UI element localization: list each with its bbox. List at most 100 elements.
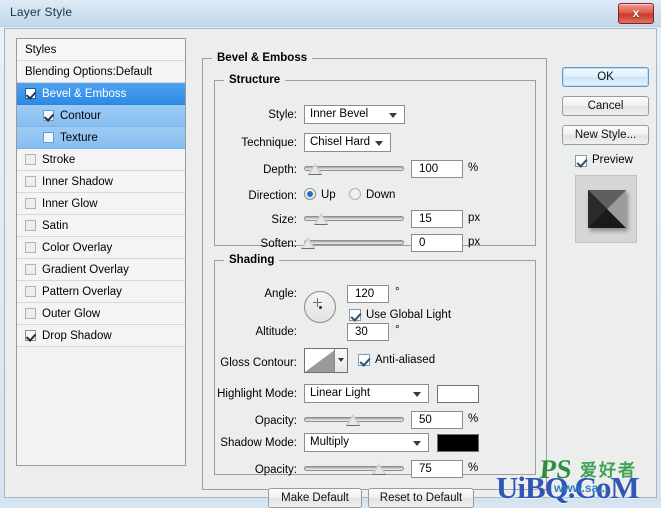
make-default-button[interactable]: Make Default (268, 488, 362, 508)
style-select[interactable]: Inner Bevel (304, 105, 405, 124)
highlight-opacity-slider[interactable] (304, 411, 404, 428)
checkbox-icon[interactable] (25, 175, 36, 187)
reset-to-default-button[interactable]: Reset to Default (368, 488, 474, 508)
shadow-opacity-thumb[interactable] (372, 463, 386, 474)
highlight-opacity-thumb[interactable] (346, 414, 360, 425)
soften-slider[interactable] (301, 234, 404, 251)
checkbox-icon[interactable] (25, 219, 36, 231)
sidebar-item-satin[interactable]: Satin (17, 215, 185, 237)
shadow-mode-label: Shadow Mode: (220, 437, 297, 449)
sidebar-item-label: Texture (60, 132, 98, 144)
highlight-mode-select[interactable]: Linear Light (304, 384, 429, 403)
angle-input[interactable]: 120 (347, 285, 389, 303)
checkbox-icon[interactable] (25, 153, 36, 165)
soften-slider-track[interactable] (304, 240, 404, 245)
highlight-mode-value: Linear Light (310, 387, 371, 399)
checkbox-icon[interactable] (25, 285, 36, 297)
sidebar-item-label: Pattern Overlay (42, 286, 122, 298)
close-button[interactable]: x (618, 3, 654, 24)
gloss-contour-picker[interactable] (304, 348, 348, 373)
dial-center-dot (319, 306, 322, 309)
sidebar-item-blending-options[interactable]: Blending Options:Default (17, 61, 185, 83)
direction-up-radio[interactable] (304, 188, 316, 200)
altitude-unit: ° (395, 324, 400, 336)
sidebar-item-label: Bevel & Emboss (42, 88, 127, 100)
altitude-input[interactable]: 30 (347, 323, 389, 341)
shadow-mode-select[interactable]: Multiply (304, 433, 429, 452)
direction-label: Direction: (248, 190, 297, 202)
highlight-opacity-input[interactable]: 50 (411, 411, 463, 429)
preview-checkbox[interactable] (575, 155, 587, 167)
technique-select[interactable]: Chisel Hard (304, 133, 391, 152)
sidebar-item-contour[interactable]: Contour (17, 105, 185, 127)
make-default-label: Make Default (281, 492, 349, 504)
anti-aliased-checkbox[interactable] (358, 354, 370, 366)
size-slider[interactable] (304, 210, 404, 227)
sidebar-item-bevel-emboss[interactable]: Bevel & Emboss (17, 83, 185, 105)
shadow-color-swatch[interactable] (437, 434, 479, 452)
sidebar-item-outer-glow[interactable]: Outer Glow (17, 303, 185, 325)
chevron-down-icon (413, 441, 421, 446)
size-input[interactable]: 15 (411, 210, 463, 228)
shadow-opacity-input[interactable]: 75 (411, 460, 463, 478)
bevel-emboss-group-title: Bevel & Emboss (212, 52, 313, 64)
new-style-button[interactable]: New Style... (562, 125, 649, 145)
shadow-opacity-track[interactable] (304, 466, 404, 471)
preview-thumbnail (575, 175, 637, 243)
highlight-opacity-label: Opacity: (254, 415, 297, 427)
soften-slider-thumb[interactable] (301, 237, 315, 248)
checkbox-icon[interactable] (25, 241, 36, 253)
depth-slider-thumb[interactable] (308, 163, 322, 174)
shading-group-title: Shading (224, 254, 280, 266)
cancel-button[interactable]: Cancel (562, 96, 649, 116)
ok-button-label: OK (597, 71, 614, 83)
direction-down-radio[interactable] (349, 188, 361, 200)
title-bar: Layer Style x (0, 0, 661, 27)
checkbox-icon[interactable] (43, 131, 54, 143)
sidebar-item-label: Stroke (42, 154, 76, 166)
use-global-light-checkbox[interactable] (349, 309, 361, 321)
use-global-light-label: Use Global Light (366, 309, 452, 321)
checkbox-icon[interactable] (25, 329, 36, 341)
sidebar-item-gradient-overlay[interactable]: Gradient Overlay (17, 259, 185, 281)
sidebar-item-pattern-overlay[interactable]: Pattern Overlay (17, 281, 185, 303)
shadow-opacity-label: Opacity: (254, 464, 297, 476)
highlight-opacity-unit: % (468, 413, 479, 425)
sidebar-item-texture[interactable]: Texture (17, 127, 185, 149)
anti-aliased-label: Anti-aliased (375, 354, 436, 366)
checkbox-icon[interactable] (25, 263, 36, 275)
direction-down-label: Down (366, 189, 396, 201)
checkbox-icon[interactable] (43, 109, 54, 121)
sidebar-item-drop-shadow[interactable]: Drop Shadow (17, 325, 185, 347)
direction-up-label: Up (321, 189, 336, 201)
chevron-down-icon (389, 113, 397, 118)
shadow-opacity-unit: % (468, 462, 479, 474)
depth-slider[interactable] (304, 160, 404, 177)
sidebar-item-label: Inner Glow (42, 198, 98, 210)
highlight-mode-label: Highlight Mode: (217, 388, 297, 400)
style-label: Style: (268, 109, 297, 121)
highlight-color-swatch[interactable] (437, 385, 479, 403)
contour-curve-icon (305, 349, 336, 372)
sidebar-item-inner-shadow[interactable]: Inner Shadow (17, 171, 185, 193)
checkbox-icon[interactable] (25, 87, 36, 99)
checkbox-icon[interactable] (25, 307, 36, 319)
sidebar-item-stroke[interactable]: Stroke (17, 149, 185, 171)
style-select-value: Inner Bevel (310, 108, 369, 120)
shadow-opacity-slider[interactable] (304, 460, 404, 477)
angle-dial[interactable] (304, 291, 336, 323)
soften-input[interactable]: 0 (411, 234, 463, 252)
sidebar-item-color-overlay[interactable]: Color Overlay (17, 237, 185, 259)
sidebar-item-inner-glow[interactable]: Inner Glow (17, 193, 185, 215)
new-style-button-label: New Style... (574, 129, 637, 141)
chevron-down-icon[interactable] (334, 349, 347, 372)
altitude-label: Altitude: (255, 326, 297, 338)
styles-list[interactable]: Styles Blending Options:Default Bevel & … (16, 38, 186, 466)
size-slider-thumb[interactable] (314, 213, 328, 224)
ok-button[interactable]: OK (562, 67, 649, 87)
cancel-button-label: Cancel (587, 100, 624, 112)
close-icon: x (632, 6, 640, 20)
sidebar-item-label: Inner Shadow (42, 176, 113, 188)
depth-input[interactable]: 100 (411, 160, 463, 178)
checkbox-icon[interactable] (25, 197, 36, 209)
